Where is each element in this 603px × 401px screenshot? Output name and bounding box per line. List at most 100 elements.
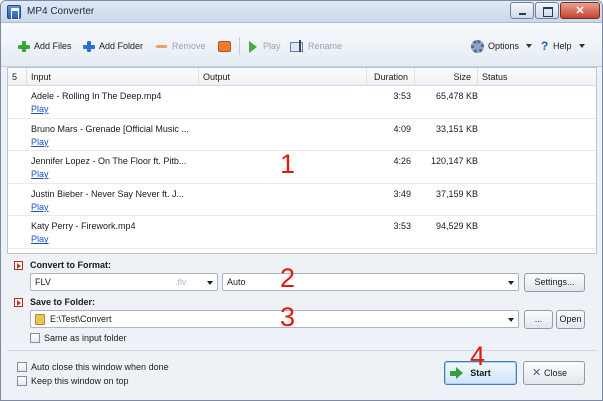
keep-on-top-label: Keep this window on top [31,376,129,386]
close-icon: ✕ [575,5,585,17]
file-list-header: 5 Input Output Duration Size Status [8,68,596,86]
auto-close-label: Auto close this window when done [31,362,169,372]
add-folder-button[interactable]: Add Folder [82,38,143,54]
same-as-input-label: Same as input folder [44,333,127,343]
minimize-button[interactable] [510,2,534,19]
rename-button[interactable]: Rename [290,38,342,54]
file-list[interactable]: 5 Input Output Duration Size Status Adel… [7,67,597,254]
same-as-input-checkbox[interactable] [30,333,40,343]
save-section-toggle[interactable] [14,298,23,307]
rename-label: Rename [308,41,343,51]
table-row[interactable]: Katy Perry - Firework.mp4 Play 3:53 94,5… [8,216,596,249]
column-status[interactable]: Status [478,68,596,86]
add-folder-label: Add Folder [99,41,144,51]
stop-icon [218,40,231,52]
browse-button[interactable]: ... [524,310,553,329]
annotation-2: 2 [280,263,296,293]
help-icon: ? [541,38,549,53]
file-duration: 3:53 [393,221,411,232]
remove-label: Remove [172,41,206,51]
close-label: Close [544,368,568,378]
annotation-1: 1 [280,149,296,179]
keep-on-top-checkbox[interactable] [17,376,27,386]
table-row[interactable]: Justin Bieber - Never Say Never ft. J...… [8,184,596,217]
title-bar[interactable]: MP4 Converter ✕ [1,1,602,23]
play-link[interactable]: Play [31,202,49,212]
file-name: Adele - Rolling In The Deep.mp4 [31,91,162,101]
play-link[interactable]: Play [31,234,49,244]
folder-path-value: E:\Test\Convert [50,314,112,324]
close-icon: ✕ [532,367,542,379]
stop-button[interactable] [218,38,231,54]
add-files-icon [17,40,30,53]
file-size: 94,529 KB [435,221,478,232]
file-name: Jennifer Lopez - On The Floor ft. Pitb..… [31,156,187,167]
close-window-button[interactable]: ✕ [560,2,600,19]
play-link[interactable]: Play [31,137,49,147]
file-duration: 3:53 [393,91,411,101]
main-window: MP4 Converter ✕ Add Files Add Folder Rem… [0,0,603,401]
column-output[interactable]: Output [199,68,367,86]
file-size: 65,478 KB [435,91,478,101]
column-input[interactable]: Input [27,68,199,86]
annotation-3: 3 [280,302,296,332]
chevron-down-icon [508,318,514,322]
table-row[interactable]: Adele - Rolling In The Deep.mp4 Play 3:5… [8,86,596,119]
open-folder-button[interactable]: Open [556,310,585,329]
options-label: Options [488,41,520,51]
remove-icon [155,40,168,53]
column-count[interactable]: 5 [8,68,27,86]
file-name: Katy Perry - Firework.mp4 [31,221,136,232]
format-value: FLV [35,277,51,287]
play-link[interactable]: Play [31,169,49,179]
preset-value: Auto [227,277,246,287]
chevron-down-icon [207,281,213,285]
file-size: 120,147 KB [430,156,478,167]
file-rows: Adele - Rolling In The Deep.mp4 Play 3:5… [8,86,596,249]
add-files-label: Add Files [34,41,72,51]
file-duration: 3:49 [393,188,411,199]
play-icon [246,40,259,53]
column-size[interactable]: Size [415,68,478,86]
format-select[interactable]: FLV .flv [30,273,218,291]
annotation-4: 4 [470,341,486,371]
footer-divider [7,350,597,351]
window-title: MP4 Converter [27,6,95,17]
file-size: 33,151 KB [435,123,478,134]
table-row[interactable]: Bruno Mars - Grenade [Official Music ...… [8,119,596,152]
format-extension: .flv [175,277,187,287]
convert-section-toggle[interactable] [14,261,23,270]
file-duration: 4:09 [393,123,411,134]
save-folder-label: Save to Folder: [30,297,96,307]
options-menu[interactable]: Options [471,38,533,54]
chevron-down-icon [578,44,585,48]
preset-select[interactable]: Auto [222,273,519,291]
settings-button[interactable]: Settings... [524,273,585,292]
chevron-down-icon [526,44,533,48]
play-button[interactable]: Play [246,38,281,54]
help-label: Help [553,41,572,51]
table-row[interactable]: Jennifer Lopez - On The Floor ft. Pitb..… [8,151,596,184]
add-folder-icon [82,40,95,53]
file-name: Justin Bieber - Never Say Never ft. J... [31,188,185,199]
maximize-button[interactable] [535,2,559,19]
app-icon [7,5,21,20]
column-duration[interactable]: Duration [367,68,415,86]
add-files-button[interactable]: Add Files [17,38,72,54]
folder-icon [35,314,45,325]
file-duration: 4:26 [393,156,411,167]
remove-button[interactable]: Remove [155,38,206,54]
file-name: Bruno Mars - Grenade [Official Music ... [31,123,189,134]
gear-icon [471,39,484,53]
chevron-down-icon [508,281,514,285]
auto-close-checkbox[interactable] [17,362,27,372]
toolbar: Add Files Add Folder Remove Play Rename … [1,23,602,67]
play-link[interactable]: Play [31,104,49,114]
convert-format-label: Convert to Format: [30,260,111,270]
close-button[interactable]: ✕ Close [523,361,585,385]
folder-path-input[interactable]: E:\Test\Convert [30,310,519,328]
play-label: Play [263,41,281,51]
help-menu[interactable]: ? Help [541,38,585,54]
toolbar-separator [239,37,240,55]
rename-icon [290,40,304,52]
